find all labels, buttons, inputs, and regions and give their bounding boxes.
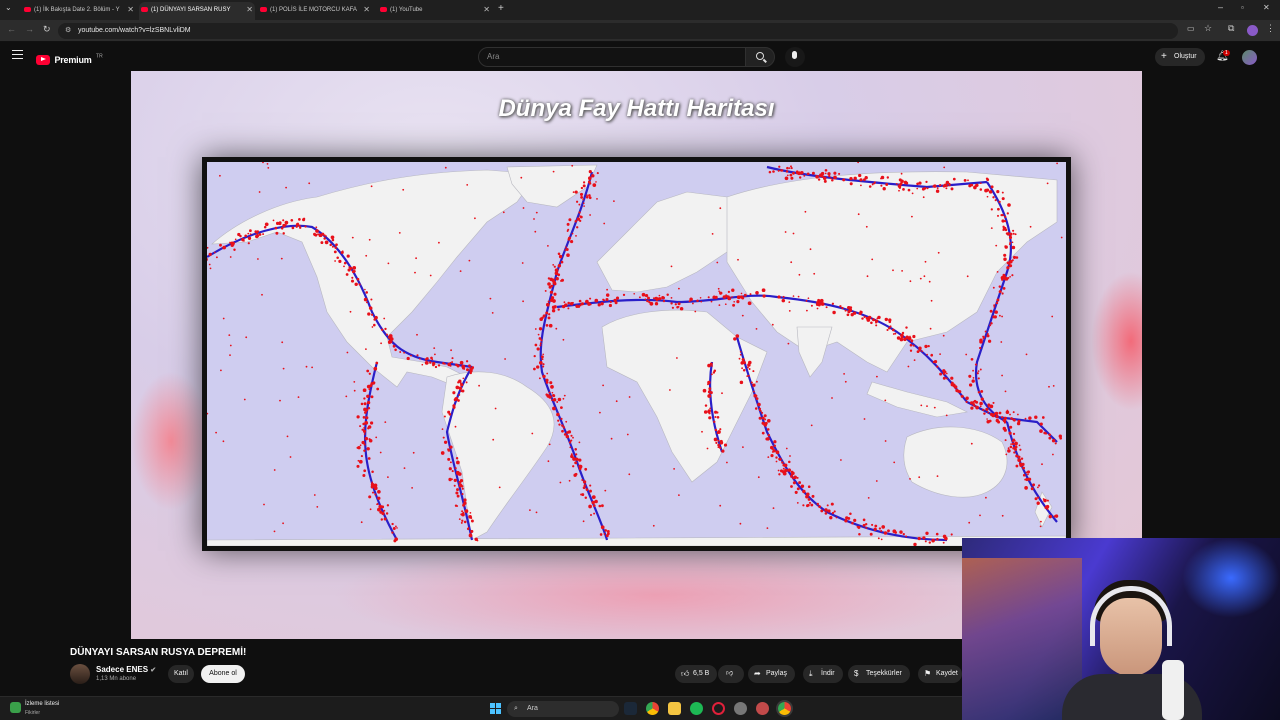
youtube-favicon-icon xyxy=(24,7,31,12)
browser-toolbar: ← → ↻ ⚙ youtube.com/watch?v=lzSBNLvliDM … xyxy=(0,20,1280,42)
browser-menu-icon[interactable]: ⋮ xyxy=(1266,23,1275,34)
taskbar-search-placeholder: Ara xyxy=(527,705,538,712)
join-button[interactable]: Katıl xyxy=(168,665,194,683)
file-explorer-icon[interactable] xyxy=(668,702,681,715)
thanks-label: Teşekkürler xyxy=(866,670,902,677)
neon-light xyxy=(1182,538,1280,618)
close-tab-icon[interactable]: ✕ xyxy=(246,2,253,18)
steam-icon[interactable] xyxy=(624,702,637,715)
tab-title: (1) POLİS İLE MOTORCU KAFA xyxy=(270,7,357,13)
widget-title: İzleme listesi xyxy=(25,701,60,707)
background-artwork xyxy=(962,558,1082,720)
verified-check-icon: ✔ xyxy=(150,667,157,674)
world-fault-map xyxy=(202,157,1071,551)
like-count: 6,5 B xyxy=(693,670,710,677)
maximize-window-button[interactable]: ▫ xyxy=(1241,3,1244,12)
bookmark-star-icon[interactable]: ☆ xyxy=(1204,23,1212,34)
subscribe-button[interactable]: Abone ol xyxy=(201,665,245,683)
create-button[interactable]: + Oluştur xyxy=(1155,48,1205,66)
close-window-button[interactable]: ✕ xyxy=(1263,3,1270,12)
close-tab-icon[interactable]: ✕ xyxy=(483,2,490,18)
weather-icon xyxy=(10,702,21,713)
fault-map-image xyxy=(207,162,1066,546)
youtube-favicon-icon xyxy=(380,7,387,12)
youtube-play-icon xyxy=(36,54,50,65)
youtube-favicon-icon xyxy=(141,7,148,12)
youtube-header: Premium TR Ara + Oluştur 🔔︎ 1 xyxy=(0,43,1280,71)
browser-tab-3[interactable]: (1) POLİS İLE MOTORCU KAFA ✕ xyxy=(258,2,372,20)
download-button[interactable]: ⤓ İndir xyxy=(803,665,843,683)
super-thanks-icon: $ xyxy=(854,669,859,678)
search-button[interactable] xyxy=(745,47,775,67)
share-button[interactable]: ➦ Paylaş xyxy=(748,665,796,683)
webcam-overlay xyxy=(962,538,1280,720)
extensions-icon[interactable]: ⧉ xyxy=(1228,23,1234,34)
search-input[interactable]: Ara xyxy=(478,47,746,67)
widget-subtitle: Fikirler xyxy=(25,710,40,716)
browser-tab-2[interactable]: (1) DÜNYAYI SARSAN RUSY ✕ xyxy=(139,2,255,20)
tab-title: (1) YouTube xyxy=(390,7,423,13)
search-icon: ⌕ xyxy=(514,705,518,712)
thumbs-up-icon: 👍︎ xyxy=(681,669,690,678)
opera-icon[interactable] xyxy=(712,702,725,715)
subscriber-count: 1,13 Mn abone xyxy=(96,676,137,682)
browser-tab-strip: ⌄ (1) İlk Bakışta Date 2. Bölüm - Y ✕ (1… xyxy=(0,0,1280,20)
tab-title: (1) İlk Bakışta Date 2. Bölüm - Y xyxy=(34,7,120,13)
app-icon[interactable] xyxy=(756,702,769,715)
youtube-favicon-icon xyxy=(260,7,267,12)
minimize-window-button[interactable]: – xyxy=(1218,2,1223,12)
reload-icon[interactable]: ↻ xyxy=(43,24,51,35)
install-app-icon[interactable]: ▭ xyxy=(1187,24,1195,33)
like-button[interactable]: 👍︎ 6,5 B xyxy=(675,665,717,683)
tab-search-chevron-icon[interactable]: ⌄ xyxy=(5,3,12,12)
address-bar[interactable]: ⚙ youtube.com/watch?v=lzSBNLvliDM xyxy=(58,23,1178,39)
plus-icon: + xyxy=(1161,51,1167,62)
profile-avatar[interactable] xyxy=(1247,25,1258,36)
dislike-button[interactable]: 👎︎ xyxy=(718,665,744,683)
hamburger-menu-icon[interactable] xyxy=(12,50,23,59)
youtube-logo[interactable]: Premium TR xyxy=(36,51,103,69)
save-label: Kaydet xyxy=(936,670,958,677)
share-label: Paylaş xyxy=(766,670,788,677)
drink-bottle xyxy=(1162,660,1184,720)
url-text: youtube.com/watch?v=lzSBNLvliDM xyxy=(78,27,191,34)
logo-country-badge: TR xyxy=(96,53,103,60)
download-label: İndir xyxy=(821,670,835,677)
create-label: Oluştur xyxy=(1174,53,1197,60)
notification-count-badge: 1 xyxy=(1223,50,1230,56)
channel-name[interactable]: Sadece ENES ✔ xyxy=(96,665,156,674)
download-icon: ⤓ xyxy=(809,669,813,678)
close-tab-icon[interactable]: ✕ xyxy=(363,2,370,18)
windows-logo-icon xyxy=(490,703,501,714)
site-info-icon[interactable]: ⚙ xyxy=(65,23,71,39)
browser-tab-1[interactable]: (1) İlk Bakışta Date 2. Bölüm - Y ✕ xyxy=(22,2,136,20)
channel-avatar[interactable] xyxy=(70,664,90,684)
microphone-icon xyxy=(792,51,797,59)
spotify-icon[interactable] xyxy=(690,702,703,715)
thanks-button[interactable]: $ Teşekkürler xyxy=(848,665,910,683)
chrome-icon[interactable] xyxy=(646,702,659,715)
tab-title: (1) DÜNYAYI SARSAN RUSY xyxy=(151,7,231,13)
logo-text: Premium xyxy=(54,54,92,65)
close-tab-icon[interactable]: ✕ xyxy=(127,2,134,18)
forward-arrow-icon[interactable]: → xyxy=(25,24,34,34)
settings-gear-icon[interactable] xyxy=(734,702,747,715)
share-arrow-icon: ➦ xyxy=(754,669,761,678)
thumbs-down-icon: 👎︎ xyxy=(726,670,734,677)
channel-name-text: Sadece ENES xyxy=(96,665,149,674)
account-avatar[interactable] xyxy=(1242,50,1257,65)
windows-taskbar: İzleme listesi Fikirler ⌕ Ara xyxy=(0,696,962,720)
back-arrow-icon[interactable]: ← xyxy=(7,24,16,34)
browser-tab-4[interactable]: (1) YouTube ✕ xyxy=(378,2,492,20)
video-title: DÜNYAYI SARSAN RUSYA DEPREMİ! xyxy=(70,647,247,658)
taskbar-search[interactable]: ⌕ Ara xyxy=(507,701,619,717)
new-tab-button[interactable]: + xyxy=(498,3,504,14)
start-button[interactable] xyxy=(490,703,501,714)
map-title: Dünya Fay Hattı Haritası xyxy=(498,95,775,122)
chrome-active-icon[interactable] xyxy=(778,702,791,715)
save-button[interactable]: ⚑ Kaydet xyxy=(918,665,962,683)
bookmark-icon: ⚑ xyxy=(924,669,932,678)
voice-search-button[interactable] xyxy=(785,47,805,67)
